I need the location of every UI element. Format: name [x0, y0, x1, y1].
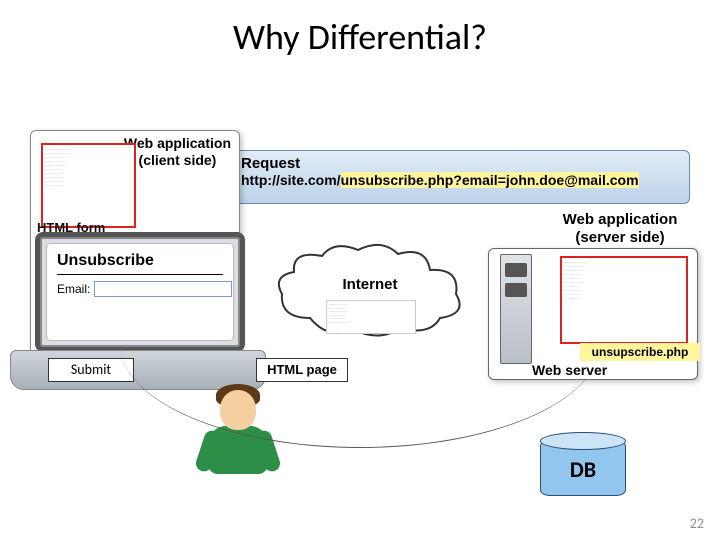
browser-window: Unsubscribe Email: — [46, 243, 234, 341]
request-label: Request — [241, 155, 679, 172]
server-heading: Web application (server side) — [535, 211, 705, 247]
server-heading-line2: (server side) — [575, 229, 664, 246]
request-url-prefix: http://site.com/ — [241, 172, 341, 188]
server-heading-line1: Web application — [563, 211, 678, 228]
email-field[interactable] — [94, 281, 232, 297]
request-url: http://site.com/unsubscribe.php?email=jo… — [241, 172, 679, 188]
form-title: Unsubscribe — [57, 252, 223, 270]
html-page-label: HTML page — [256, 358, 348, 382]
client-code-thumbnail: ——— ——— ————— ——— ——— ——— ————— — ————— … — [41, 143, 136, 228]
slide-title: Why Differential? — [0, 15, 720, 59]
web-server-label: Web server — [532, 362, 607, 378]
page-number: 22 — [690, 515, 704, 532]
request-bar: Request http://site.com/unsubscribe.php?… — [230, 150, 690, 204]
client-heading-line1: Web application — [124, 135, 231, 151]
submit-button[interactable]: Submit — [48, 358, 134, 382]
internet-label: Internet — [310, 276, 430, 293]
email-label: Email: — [57, 282, 90, 296]
client-heading-line2: (client side) — [139, 152, 217, 168]
client-heading: Web application (client side) — [124, 135, 231, 169]
cloud-packets: ——— — ——— ——— ———— —— —— — —————— — —— —… — [326, 300, 416, 334]
server-tower-icon — [500, 254, 532, 364]
server-code-thumbnail: ——— ——— —— ——— ————— — ————— ———— ——— ——… — [560, 256, 688, 344]
php-file-label: unsupscribe.php — [580, 343, 700, 361]
database-label: DB — [540, 456, 626, 483]
database-icon: DB — [540, 432, 626, 504]
request-url-highlight: unsubscribe.php?email=john.doe@mail.com — [341, 172, 639, 188]
